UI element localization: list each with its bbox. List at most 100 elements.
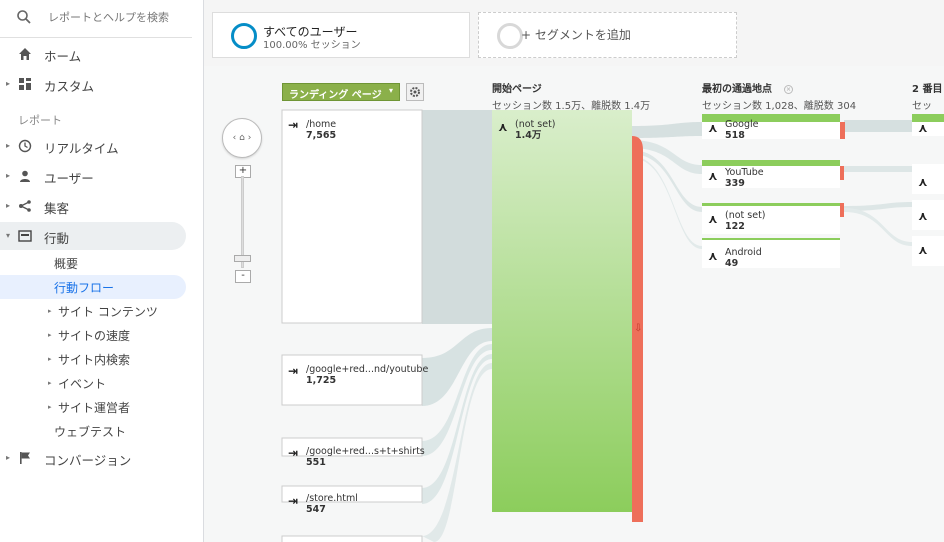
expand-arrow-icon: ▸ xyxy=(48,355,52,363)
settings-button[interactable] xyxy=(406,83,424,101)
expand-arrow-icon: ▸ xyxy=(6,79,11,88)
nav-experiments-label: ウェブテスト xyxy=(54,425,127,439)
nav-site-content-label: サイト コンテンツ xyxy=(58,305,158,319)
zoom-slider-thumb[interactable] xyxy=(234,255,251,262)
landing-node-home-label[interactable]: /home 7,565 xyxy=(306,119,336,141)
page-entry-icon: ⇥ xyxy=(288,364,299,378)
search-box[interactable]: レポートとヘルプを検索 xyxy=(0,0,192,38)
nav-behavior-overview-label: 概要 xyxy=(54,257,79,271)
search-icon xyxy=(17,10,31,24)
home-icon xyxy=(19,48,31,60)
flow-link xyxy=(422,328,492,406)
nav-acquisition[interactable]: ▸ 集客 xyxy=(0,192,186,220)
flow-link xyxy=(844,120,912,132)
first-node-youtube-body xyxy=(702,166,840,188)
nav-users[interactable]: ▸ ユーザー xyxy=(0,162,186,190)
first-node-notset xyxy=(702,203,840,206)
column-header-start: 開始ページ セッション数 1.5万、離脱数 1.4万 xyxy=(492,80,650,112)
nav-custom[interactable]: ▸ カスタム xyxy=(0,70,186,98)
first-node-notset-label[interactable]: (not set) 122 xyxy=(725,210,766,232)
nav-behavior[interactable]: ▾ 行動 xyxy=(0,222,186,250)
nav-site-search[interactable]: ▸ サイト内検索 xyxy=(0,347,186,371)
dropoff-arrow-icon: ⇩ xyxy=(634,323,642,334)
nav-custom-label: カスタム xyxy=(44,79,95,94)
pan-home-control[interactable]: ‹ ⌂ › xyxy=(222,118,262,158)
segment-bar: すべてのユーザー 100.00% セッション + セグメントを追加 xyxy=(204,0,944,66)
first-node-android-label[interactable]: Android 49 xyxy=(725,247,762,269)
page-node-icon: ⋏ xyxy=(708,212,718,226)
behavior-icon xyxy=(18,230,32,242)
expand-arrow-icon: ▸ xyxy=(48,331,52,339)
page-node-icon: ⋏ xyxy=(918,121,928,135)
second-node-3 xyxy=(912,200,944,230)
first-node-google xyxy=(702,114,840,122)
empty-segment-ring-icon xyxy=(497,23,523,49)
page-node-icon: ⋏ xyxy=(708,249,718,263)
nav-publisher-label: サイト運営者 xyxy=(58,401,131,415)
nav-behavior-overview[interactable]: 概要 xyxy=(0,251,186,275)
acquisition-icon xyxy=(19,200,31,212)
page-entry-icon: ⇥ xyxy=(288,494,299,508)
expand-arrow-icon: ▸ xyxy=(48,403,52,411)
nav-users-label: ユーザー xyxy=(44,171,94,186)
first-node-youtube xyxy=(702,160,840,166)
dimension-label: ランディング ページ xyxy=(289,90,382,101)
dimension-selector[interactable]: ランディング ページ ▾ xyxy=(282,83,400,101)
nav-events[interactable]: ▸ イベント xyxy=(0,371,186,395)
nav-behavior-flow[interactable]: 行動フロー xyxy=(0,275,186,299)
nav-site-search-label: サイト内検索 xyxy=(58,353,131,367)
first-node-google-label[interactable]: Google 518 xyxy=(725,119,759,141)
zoom-out-button[interactable]: - xyxy=(235,270,251,283)
nav-site-speed[interactable]: ▸ サイトの速度 xyxy=(0,323,186,347)
landing-node-youtube-label[interactable]: /google+red...nd/youtube 1,725 xyxy=(306,364,428,386)
expand-arrow-icon: ▸ xyxy=(48,379,52,387)
first-node-youtube-label[interactable]: YouTube 339 xyxy=(725,167,764,189)
add-segment-button[interactable]: + セグメントを追加 xyxy=(478,12,737,58)
landing-node-more xyxy=(281,535,423,542)
start-node-label[interactable]: (not set) 1.4万 xyxy=(515,119,556,141)
first-node-android-body xyxy=(702,240,840,268)
expand-arrow-icon: ▸ xyxy=(6,171,11,180)
column-title: 2 番目 xyxy=(912,84,943,95)
search-placeholder: レポートとヘルプを検索 xyxy=(48,11,169,24)
nav-experiments[interactable]: ウェブテスト xyxy=(0,419,186,443)
nav-realtime[interactable]: ▸ リアルタイム xyxy=(0,132,186,160)
first-node-google-dropoff xyxy=(840,122,845,139)
behavior-flow-canvas: ⇩ ランディング ページ ▾ 開始ページ セッション数 1.5万、離脱数 1.4… xyxy=(204,66,944,542)
nav-events-label: イベント xyxy=(58,377,107,391)
column-title: 最初の通過地点 xyxy=(702,84,772,95)
landing-node-shirts-label[interactable]: /google+red...s+t+shirts 551 xyxy=(306,446,425,468)
sidebar: レポートとヘルプを検索 ホーム ▸ カスタム レポート ▸ リアルタイム ▸ ユ… xyxy=(0,0,204,542)
flow-link xyxy=(844,208,912,246)
flow-link xyxy=(631,122,702,138)
landing-node-store-label[interactable]: /store.html 547 xyxy=(306,493,358,515)
nav-site-content[interactable]: ▸ サイト コンテンツ xyxy=(0,299,186,323)
flow-link xyxy=(422,110,492,324)
nav-publisher[interactable]: ▸ サイト運営者 xyxy=(0,395,186,419)
expand-arrow-icon: ▸ xyxy=(6,201,11,210)
nav-site-speed-label: サイトの速度 xyxy=(58,329,131,343)
expand-arrow-icon: ▸ xyxy=(6,141,11,150)
page-node-icon: ⋏ xyxy=(498,120,508,134)
expand-arrow-icon: ▸ xyxy=(6,453,11,462)
page-node-icon: ⋏ xyxy=(918,175,928,189)
dropdown-caret-icon: ▾ xyxy=(388,86,393,95)
flow-link xyxy=(844,166,912,172)
second-node-1 xyxy=(912,114,944,122)
page-node-icon: ⋏ xyxy=(708,169,718,183)
nav-conversions[interactable]: ▸ コンバージョン xyxy=(0,444,186,472)
second-node-2 xyxy=(912,164,944,194)
collapse-arrow-icon: ▾ xyxy=(6,231,11,240)
close-column-icon[interactable]: × xyxy=(784,84,793,94)
nav-home[interactable]: ホーム xyxy=(0,40,186,68)
column-stats: セッション数 1,028、離脱数 304 xyxy=(702,101,857,112)
column-stats: セッ xyxy=(912,101,932,112)
person-icon xyxy=(20,170,30,182)
second-node-1-body xyxy=(912,122,944,136)
segment-all-users[interactable]: すべてのユーザー 100.00% セッション xyxy=(212,12,470,58)
nav-behavior-flow-label: 行動フロー xyxy=(54,281,115,295)
first-node-notset-dropoff xyxy=(840,203,844,217)
column-header-first: 最初の通過地点 × セッション数 1,028、離脱数 304 xyxy=(702,80,856,112)
expand-arrow-icon: ▸ xyxy=(48,307,52,315)
nav-behavior-label: 行動 xyxy=(44,231,70,246)
